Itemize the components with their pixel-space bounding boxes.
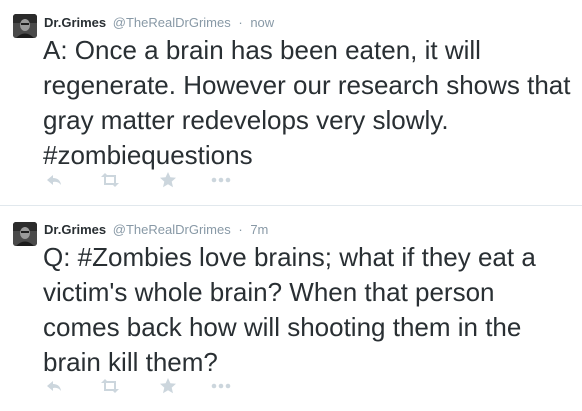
author-username[interactable]: @TheRealDrGrimes	[113, 222, 231, 237]
avatar[interactable]	[13, 222, 37, 246]
reply-icon[interactable]	[44, 376, 66, 396]
author-fullname[interactable]: Dr.Grimes	[44, 222, 106, 237]
author-fullname[interactable]: Dr.Grimes	[44, 15, 106, 30]
avatar-image	[13, 14, 37, 38]
tweet-actions	[44, 376, 244, 396]
avatar-image	[13, 222, 37, 246]
tweet-timeline: Dr.Grimes @TheRealDrGrimes · now A: Once…	[0, 0, 582, 411]
more-icon[interactable]	[210, 170, 232, 190]
retweet-icon[interactable]	[99, 170, 121, 190]
separator-dot: ·	[238, 15, 243, 30]
author-username[interactable]: @TheRealDrGrimes	[113, 15, 231, 30]
tweet-text: Q: #Zombies love brains; what if they ea…	[43, 242, 536, 377]
retweet-icon[interactable]	[99, 376, 121, 396]
separator-dot: ·	[238, 222, 243, 237]
tweet-actions	[44, 170, 244, 190]
tweet[interactable]: Dr.Grimes @TheRealDrGrimes · 7m Q: #Zomb…	[0, 206, 582, 411]
star-icon[interactable]	[158, 376, 180, 396]
tweet-timestamp[interactable]: now	[250, 15, 274, 30]
tweet-header: Dr.Grimes @TheRealDrGrimes · now	[44, 14, 274, 32]
more-icon[interactable]	[210, 376, 232, 396]
tweet[interactable]: Dr.Grimes @TheRealDrGrimes · now A: Once…	[0, 0, 582, 205]
reply-icon[interactable]	[44, 170, 66, 190]
star-icon[interactable]	[158, 170, 180, 190]
tweet-text: A: Once a brain has been eaten, it will …	[43, 35, 571, 170]
avatar[interactable]	[13, 14, 37, 38]
tweet-header: Dr.Grimes @TheRealDrGrimes · 7m	[44, 221, 268, 239]
tweet-timestamp[interactable]: 7m	[250, 222, 268, 237]
